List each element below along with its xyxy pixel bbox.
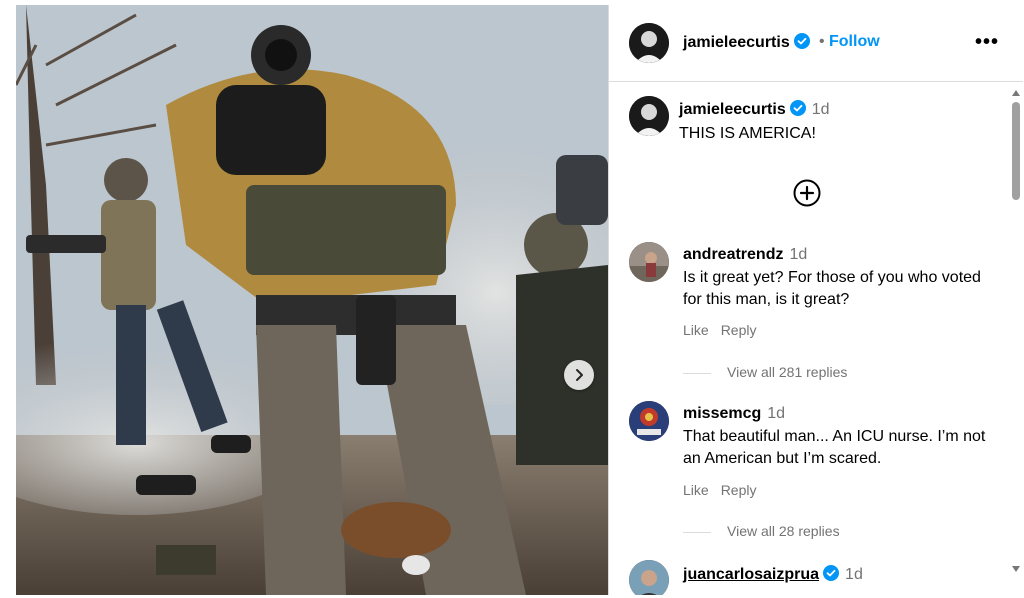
post-side-panel: jamieleecurtis • Follow ••• jamieleecurt… <box>608 5 1023 595</box>
avatar-image <box>629 242 669 282</box>
commenter-avatar[interactable] <box>629 401 669 441</box>
view-replies-label[interactable]: View all 281 replies <box>727 364 847 380</box>
comment-actions: Like Reply <box>683 322 768 338</box>
follow-button[interactable]: Follow <box>829 33 880 51</box>
avatar-image <box>629 96 669 136</box>
comment-time[interactable]: 1d <box>767 405 785 422</box>
comment-username[interactable]: juancarlosaizprua 1d <box>683 565 863 584</box>
comment-username-text[interactable]: andreatrendz <box>683 246 783 263</box>
view-replies-button[interactable]: View all 281 replies <box>683 364 847 380</box>
author-avatar[interactable] <box>629 23 669 63</box>
avatar-image <box>629 23 669 63</box>
comment-username-text[interactable]: missemcg <box>683 405 761 422</box>
caption-time[interactable]: 1d <box>812 101 830 118</box>
author-username-text[interactable]: jamieleecurtis <box>683 34 790 51</box>
reply-button[interactable]: Reply <box>721 322 757 338</box>
verified-icon <box>789 100 806 116</box>
like-button[interactable]: Like <box>683 482 709 498</box>
comment-username[interactable]: missemcg 1d <box>683 405 785 423</box>
verified-icon <box>823 565 840 581</box>
commenter-avatar[interactable] <box>629 560 669 595</box>
avatar-image <box>629 560 669 595</box>
post-header: jamieleecurtis • Follow ••• <box>609 5 1023 82</box>
view-replies-button[interactable]: View all 28 replies <box>683 523 840 539</box>
comment-time[interactable]: 1d <box>789 246 807 263</box>
comment-text: Is it great yet? For those of you who vo… <box>683 269 981 308</box>
comment-time[interactable]: 1d <box>845 566 863 584</box>
add-comment-button[interactable] <box>792 178 822 213</box>
comments-scrollbar[interactable] <box>1009 82 1023 595</box>
scroll-down-arrow[interactable] <box>1012 566 1020 572</box>
scroll-up-arrow[interactable] <box>1012 90 1020 96</box>
avatar-image <box>629 401 669 441</box>
author-username[interactable]: jamieleecurtis <box>683 33 810 52</box>
replies-divider <box>683 531 711 533</box>
caption-username[interactable]: jamieleecurtis 1d <box>679 100 830 119</box>
comment-username-text[interactable]: juancarlosaizprua <box>683 566 819 583</box>
caption-username-text[interactable]: jamieleecurtis <box>679 101 786 118</box>
separator-dot: • <box>819 33 825 50</box>
caption-text: THIS IS AMERICA! <box>679 125 816 142</box>
comment-username[interactable]: andreatrendz 1d <box>683 246 807 264</box>
carousel-next-button[interactable] <box>564 360 594 390</box>
add-comment-icon <box>793 179 821 207</box>
replies-divider <box>683 372 711 374</box>
comments-list: jamieleecurtis 1d THIS IS AMERICA! andrea… <box>609 82 1009 595</box>
scrollbar-thumb[interactable] <box>1012 102 1020 200</box>
comment-text: That beautiful man... An ICU nurse. I’m … <box>683 428 986 467</box>
caption-avatar[interactable] <box>629 96 669 136</box>
view-replies-label[interactable]: View all 28 replies <box>727 523 840 539</box>
photo-illustration <box>16 5 608 595</box>
reply-button[interactable]: Reply <box>721 482 757 498</box>
chevron-right-icon <box>576 369 583 381</box>
verified-icon <box>793 33 810 49</box>
more-options-icon[interactable]: ••• <box>975 31 999 54</box>
comment-actions: Like Reply <box>683 482 768 498</box>
commenter-avatar[interactable] <box>629 242 669 282</box>
post-photo[interactable] <box>16 5 608 595</box>
like-button[interactable]: Like <box>683 322 709 338</box>
